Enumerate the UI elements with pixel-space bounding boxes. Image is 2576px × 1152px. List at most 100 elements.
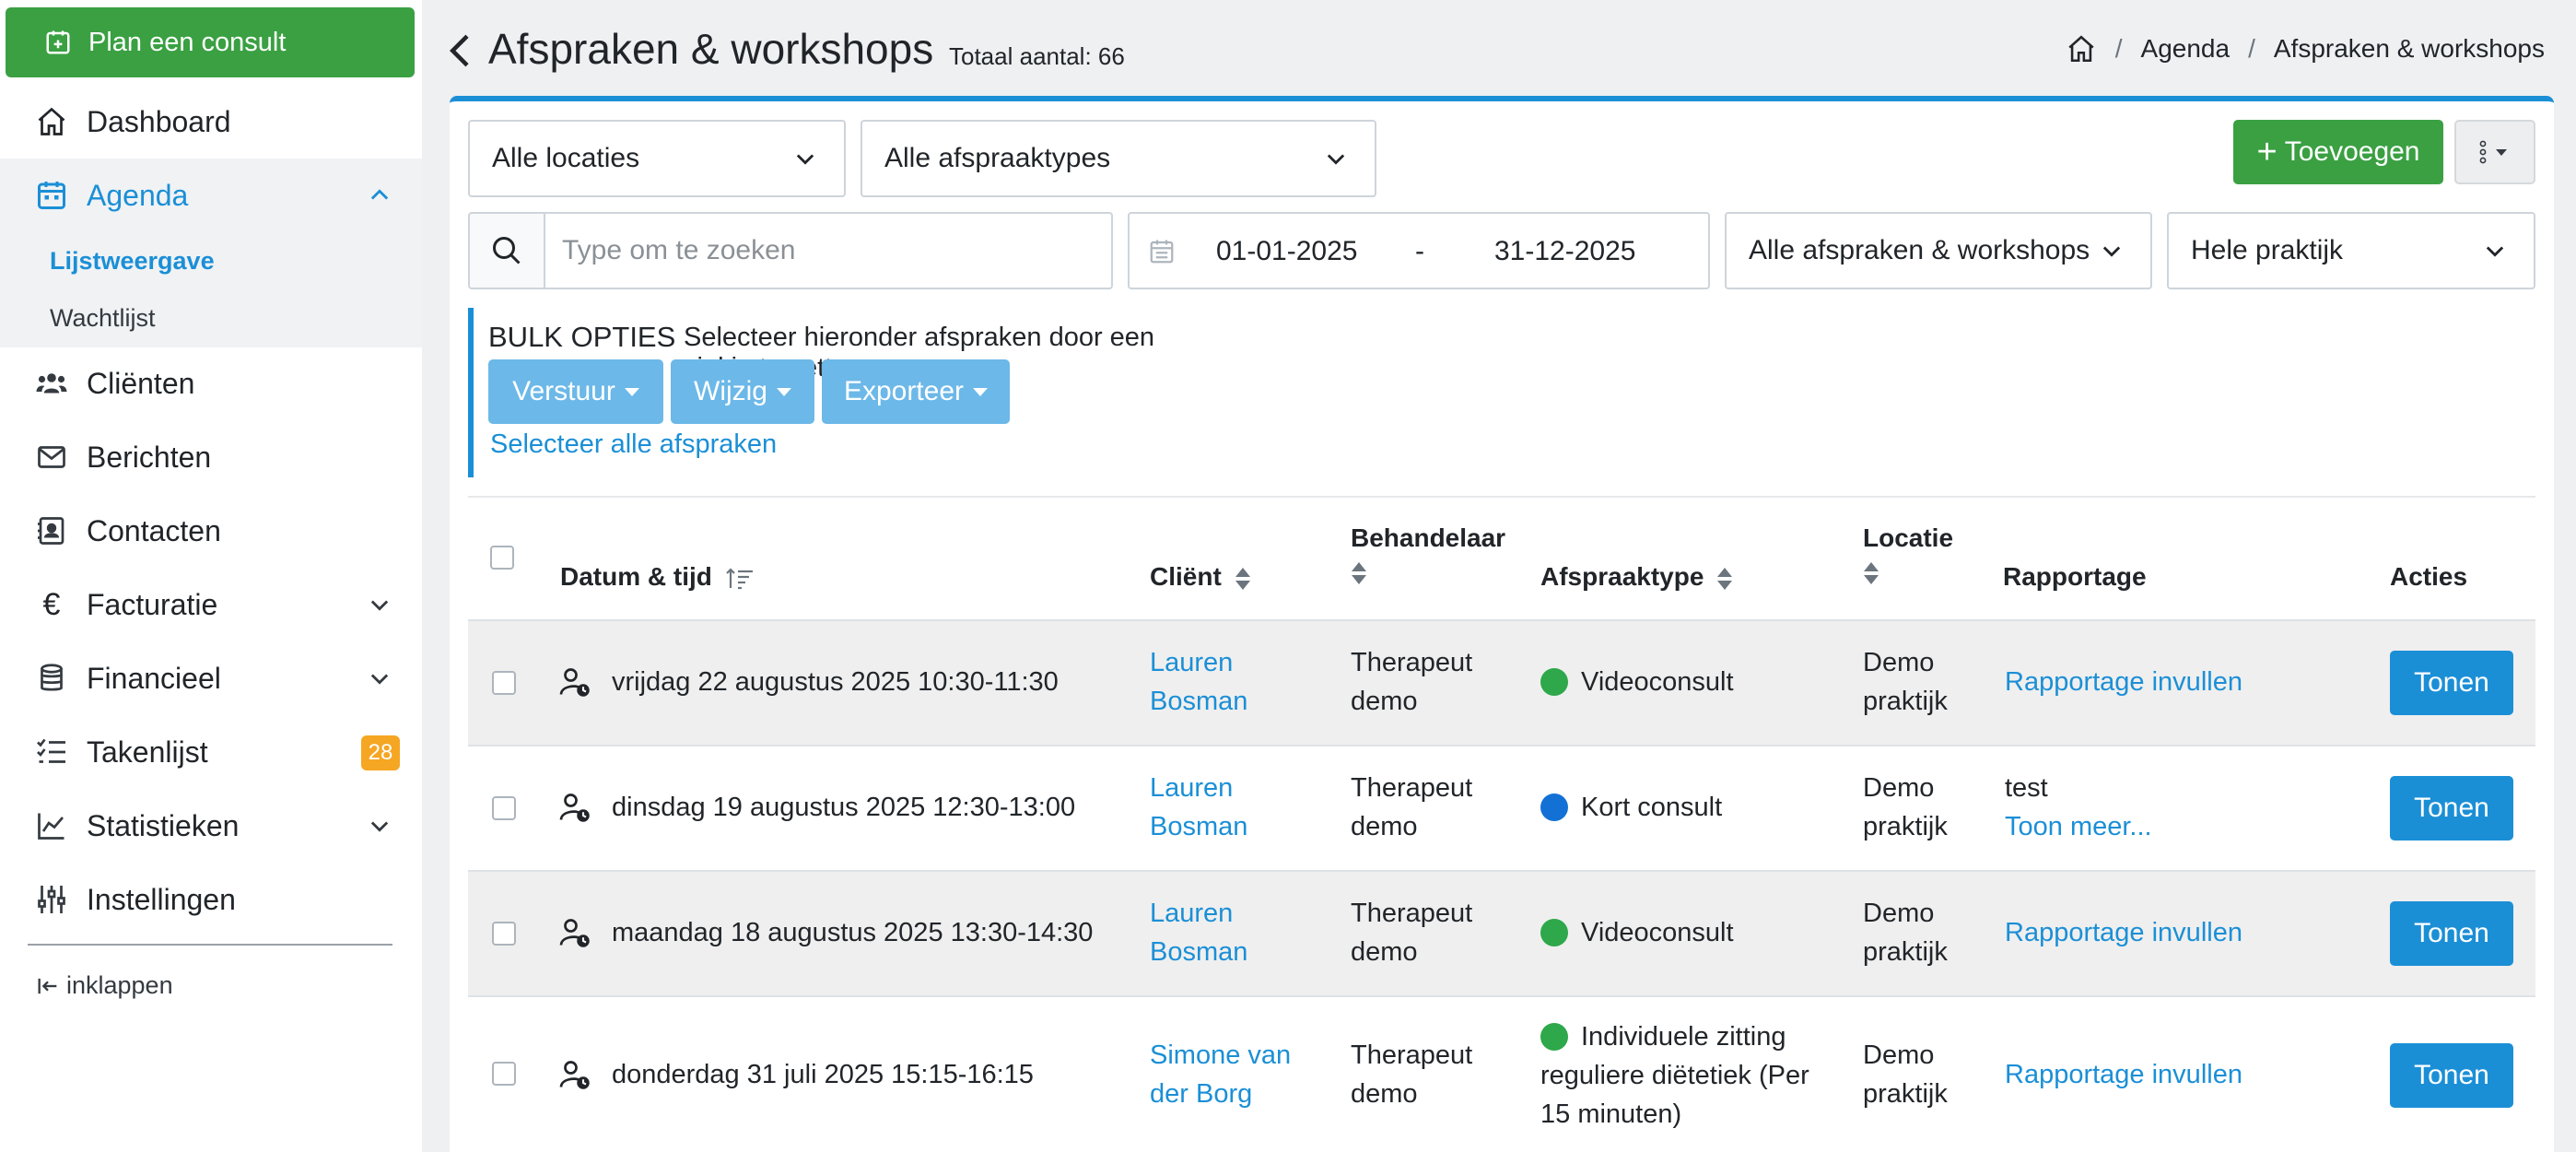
row-checkbox[interactable]	[492, 796, 516, 820]
sidebar-item-agenda[interactable]: Agenda	[0, 159, 422, 232]
location-name: Demo praktijk	[1863, 643, 1948, 721]
client-name-line: Lauren	[1150, 899, 1234, 928]
select-all-appointments-link[interactable]: Selecteer alle afspraken	[490, 429, 777, 460]
sidebar-item-invoicing[interactable]: € Facturatie	[0, 568, 422, 641]
bulk-export-button[interactable]: Exporteer	[822, 359, 1010, 424]
column-header-location[interactable]: Locatie	[1863, 523, 1953, 586]
bulk-send-button[interactable]: Verstuur	[488, 359, 663, 424]
row-checkbox[interactable]	[492, 922, 516, 946]
column-header-actions: Acties	[2390, 562, 2468, 591]
practice-scope-select[interactable]: Hele praktijk	[2167, 212, 2535, 289]
select-all-checkbox[interactable]	[490, 546, 514, 570]
column-header-practitioner[interactable]: Behandelaar	[1351, 523, 1505, 586]
page-title: Afspraken & workshops	[488, 25, 934, 73]
home-icon[interactable]	[2066, 33, 2097, 65]
sidebar-item-contacts[interactable]: Contacten	[0, 494, 422, 568]
show-appointment-button[interactable]: Tonen	[2390, 1043, 2513, 1108]
location-line: praktijk	[1863, 812, 1948, 841]
breadcrumb-separator: /	[2114, 34, 2123, 63]
envelope-icon	[33, 439, 70, 476]
client-link[interactable]: Lauren Bosman	[1150, 769, 1247, 846]
date-range-picker[interactable]: 01-01-2025 - 31-12-2025	[1128, 212, 1710, 289]
sidebar-item-label: Facturatie	[87, 587, 218, 621]
caret-down-icon	[973, 387, 989, 396]
show-appointment-button[interactable]: Tonen	[2390, 776, 2513, 840]
caret-down-icon	[624, 387, 639, 396]
chevron-down-icon	[370, 674, 389, 685]
location-line: Demo	[1863, 773, 1935, 803]
chevron-down-icon	[1327, 154, 1345, 165]
sort-icon	[1235, 567, 1250, 590]
location-line: Demo	[1863, 899, 1935, 928]
row-checkbox[interactable]	[492, 1062, 516, 1086]
practitioner-name: Therapeut demo	[1351, 1036, 1472, 1113]
practitioner-line: Therapeut	[1351, 773, 1473, 803]
search-input[interactable]	[544, 212, 1113, 289]
fill-report-link[interactable]: Rapportage invullen	[2005, 913, 2242, 952]
practitioner-name: Therapeut demo	[1351, 643, 1472, 721]
breadcrumb-agenda[interactable]: Agenda	[2141, 34, 2231, 64]
column-header-report: Rapportage	[2003, 562, 2147, 591]
sidebar-item-label: Agenda	[87, 178, 189, 212]
client-link[interactable]: Lauren Bosman	[1150, 643, 1247, 721]
date-from[interactable]: 01-01-2025	[1216, 236, 1357, 267]
sidebar-item-label: Statistieken	[87, 808, 240, 842]
sidebar-item-settings[interactable]: Instellingen	[0, 863, 422, 936]
plan-consult-button[interactable]: Plan een consult	[6, 7, 415, 77]
sidebar-item-clients[interactable]: Cliënten	[0, 347, 422, 420]
plus-icon: +	[2256, 133, 2277, 171]
sidebar-item-label: Financieel	[87, 661, 221, 695]
sidebar-item-messages[interactable]: Berichten	[0, 420, 422, 494]
bulk-edit-label: Wijzig	[694, 376, 767, 406]
collapse-sidebar-button[interactable]: inklappen	[35, 971, 173, 1000]
plan-consult-label: Plan een consult	[88, 27, 287, 57]
sidebar-item-dashboard[interactable]: Dashboard	[0, 85, 422, 159]
bulk-edit-button[interactable]: Wijzig	[671, 359, 814, 424]
breadcrumb-separator: /	[2248, 34, 2255, 63]
calendar-icon	[33, 177, 70, 214]
practitioner-line: demo	[1351, 812, 1418, 841]
sidebar-item-financial[interactable]: Financieel	[0, 641, 422, 715]
practitioner-line: demo	[1351, 687, 1418, 716]
column-header-appointment-type[interactable]: Afspraaktype	[1540, 562, 1733, 592]
appointment-kind-select[interactable]: Alle afspraken & workshops	[1725, 212, 2152, 289]
column-header-label: Afspraaktype	[1540, 562, 1704, 591]
sliders-icon	[33, 881, 70, 918]
sidebar-item-tasks[interactable]: Takenlijst 28	[0, 715, 422, 789]
sidebar: Plan een consult Dashboard Agenda Lijstw…	[0, 0, 422, 1152]
show-more-link[interactable]: Toon meer...	[2005, 812, 2152, 841]
sidebar-subitem-waitlist[interactable]: Wachtlijst	[50, 304, 156, 333]
date-to[interactable]: 31-12-2025	[1494, 236, 1635, 267]
user-clock-icon	[559, 668, 590, 697]
bulk-options-panel: BULK OPTIES Selecteer hieronder afsprake…	[468, 308, 1205, 477]
fill-report-link[interactable]: Rapportage invullen	[2005, 663, 2242, 701]
location-select[interactable]: Alle locaties	[468, 120, 846, 197]
column-header-client[interactable]: Cliënt	[1150, 562, 1251, 592]
back-chevron-icon[interactable]	[446, 31, 475, 70]
bulk-export-label: Exporteer	[843, 376, 965, 406]
column-header-date[interactable]: Datum & tijd	[560, 562, 755, 592]
fill-report-link[interactable]: Rapportage invullen	[2005, 1055, 2242, 1094]
sidebar-item-statistics[interactable]: Statistieken	[0, 789, 422, 863]
report-preview: test Toon meer...	[2005, 769, 2152, 846]
appointment-type-label: Videoconsult	[1581, 667, 1734, 697]
row-checkbox[interactable]	[492, 671, 516, 695]
add-button[interactable]: + Toevoegen	[2233, 120, 2443, 184]
appointment-type-select[interactable]: Alle afspraaktypes	[861, 120, 1376, 197]
more-options-button[interactable]	[2454, 120, 2535, 184]
client-link[interactable]: Lauren Bosman	[1150, 894, 1247, 971]
appointment-datetime: donderdag 31 juli 2025 15:15-16:15	[612, 1060, 1034, 1089]
search-addon	[468, 212, 545, 289]
total-count: Totaal aantal: 66	[949, 42, 1125, 70]
appointment-datetime: maandag 18 augustus 2025 13:30-14:30	[612, 918, 1094, 947]
client-name-line: der Borg	[1150, 1079, 1253, 1109]
client-link[interactable]: Simone van der Borg	[1150, 1036, 1291, 1113]
show-appointment-button[interactable]: Tonen	[2390, 651, 2513, 715]
sidebar-subitem-list-view[interactable]: Lijstweergave	[50, 247, 215, 276]
appointment-type-label: 15 minuten)	[1540, 1099, 1682, 1129]
appointment-type: Videoconsult	[1540, 913, 1734, 952]
show-appointment-button[interactable]: Tonen	[2390, 901, 2513, 966]
status-dot	[1540, 668, 1568, 696]
task-list-icon	[33, 734, 70, 770]
chevron-down-icon	[2486, 246, 2504, 257]
